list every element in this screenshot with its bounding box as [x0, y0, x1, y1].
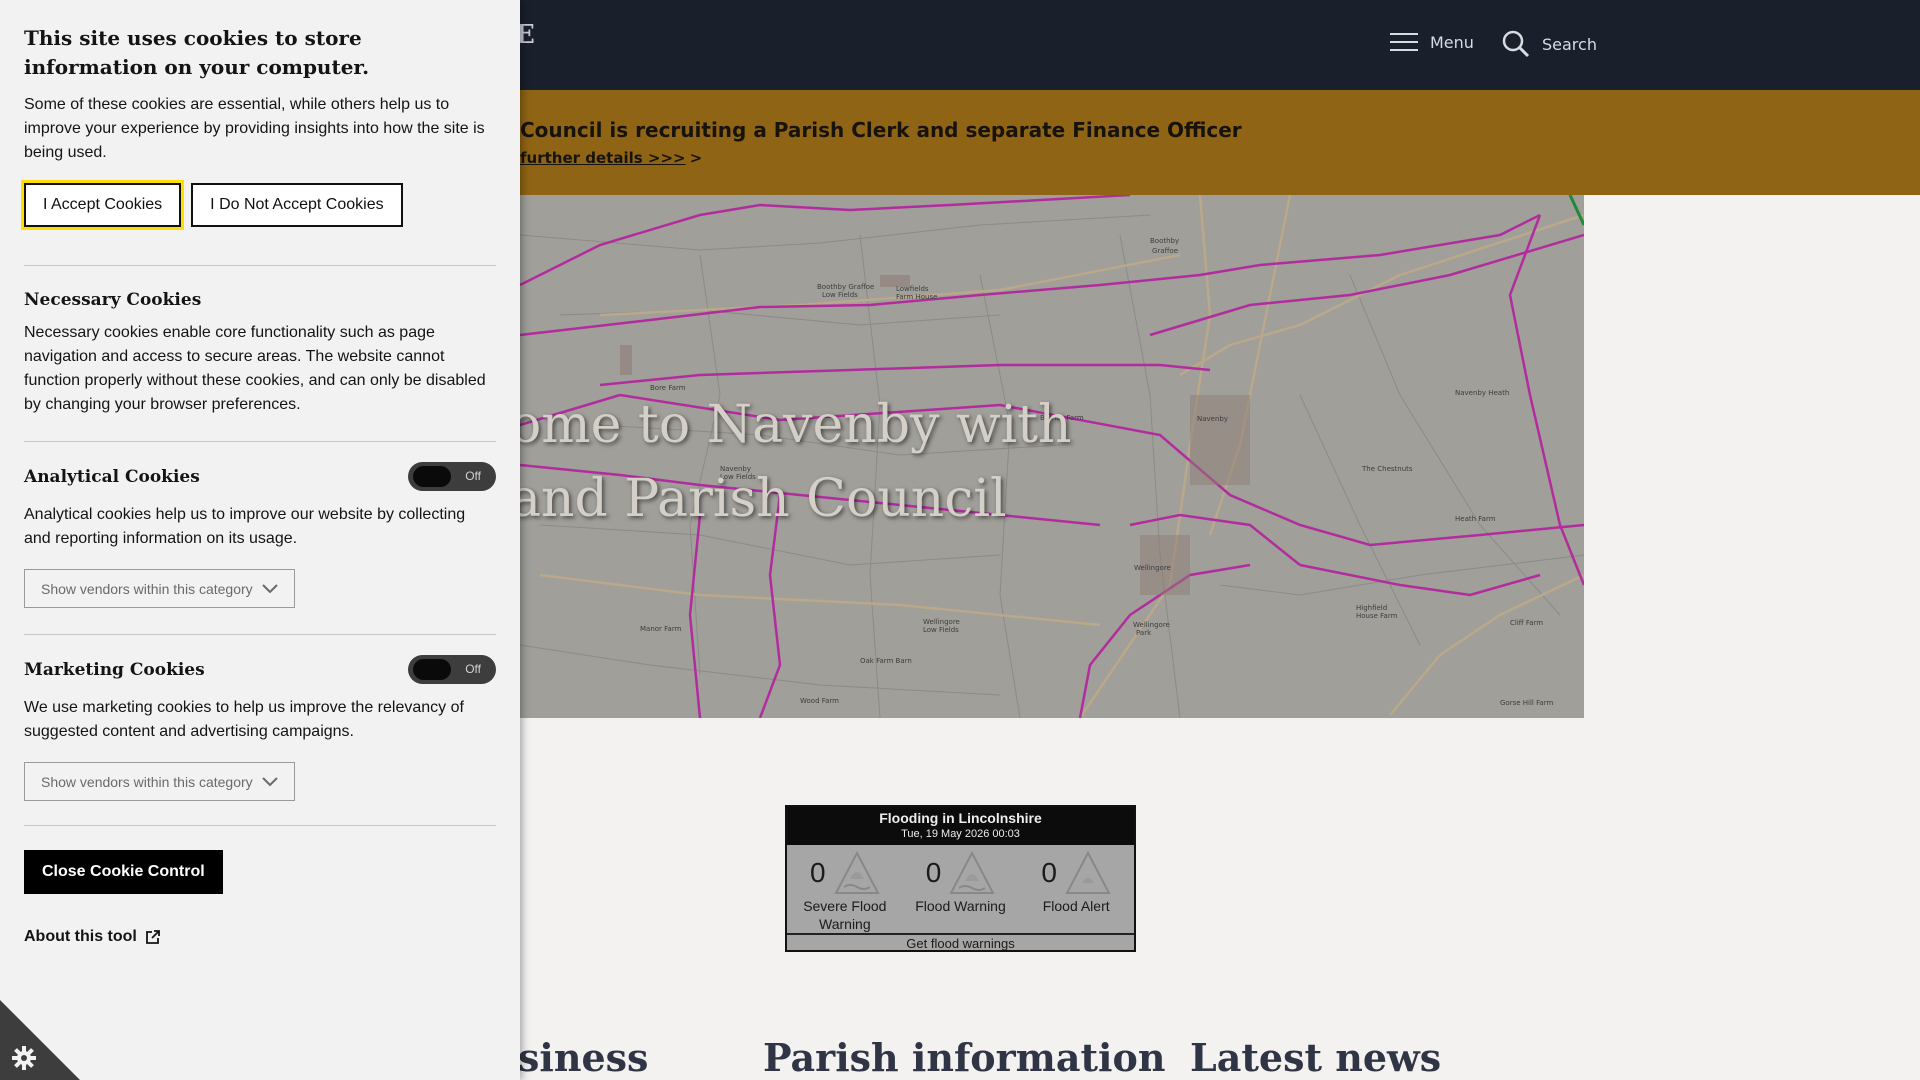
- svg-text:Wood Farm: Wood Farm: [800, 697, 839, 705]
- svg-text:House Farm: House Farm: [1356, 612, 1398, 620]
- necessary-cookies-text: Necessary cookies enable core functional…: [24, 324, 486, 413]
- flood-widget-date: Tue, 19 May 2026 00:03: [901, 828, 1020, 840]
- svg-text:The Chestnuts: The Chestnuts: [1361, 465, 1413, 473]
- marketing-cookies-text: We use marketing cookies to help us impr…: [24, 699, 464, 740]
- hero-title-line2: and Parish Council: [510, 469, 1007, 529]
- flood-count-severe: 0: [810, 857, 826, 888]
- latest-news-heading[interactable]: Latest news: [1190, 1035, 1441, 1080]
- about-this-tool-link[interactable]: About this tool: [24, 928, 496, 946]
- necessary-cookies-heading: Necessary Cookies: [24, 290, 202, 310]
- menu-label: Menu: [1430, 32, 1474, 52]
- svg-text:Low Fields: Low Fields: [822, 291, 858, 299]
- toggle-knob: [413, 466, 451, 487]
- marketing-cookies-heading: Marketing Cookies: [24, 659, 205, 680]
- svg-text:Park: Park: [1136, 629, 1152, 637]
- svg-text:Boothby Graffoe: Boothby Graffoe: [817, 283, 874, 291]
- hero-title-line1: ome to Navenby with: [510, 395, 1072, 455]
- banner-link-suffix: >: [689, 149, 703, 167]
- chevron-down-icon: [262, 776, 278, 786]
- chevron-down-icon: [262, 583, 278, 593]
- svg-text:Navenby Heath: Navenby Heath: [1455, 389, 1509, 397]
- svg-text:Lowfields: Lowfields: [896, 285, 929, 293]
- svg-text:Cliff Farm: Cliff Farm: [1510, 619, 1543, 627]
- analytical-vendors-label: Show vendors within this category: [41, 580, 253, 597]
- about-this-tool-label: About this tool: [24, 928, 137, 945]
- cookie-consent-buttons: I Accept Cookies I Do Not Accept Cookies: [20, 180, 496, 230]
- accept-cookies-button[interactable]: I Accept Cookies: [20, 180, 185, 230]
- svg-text:Highfield: Highfield: [1356, 604, 1387, 612]
- svg-text:Manor Farm: Manor Farm: [640, 625, 682, 633]
- flood-item-severe: 0 Severe Flood Warning: [787, 845, 903, 933]
- svg-text:Wellingore: Wellingore: [923, 618, 960, 626]
- parish-information-heading[interactable]: Parish information: [763, 1035, 1165, 1080]
- flood-label-severe: Severe Flood Warning: [803, 898, 887, 932]
- analytical-cookies-heading: Analytical Cookies: [24, 466, 200, 487]
- reject-cookies-button[interactable]: I Do Not Accept Cookies: [191, 183, 403, 227]
- cookie-intro-text: Some of these cookies are essential, whi…: [24, 96, 485, 161]
- analytical-cookies-toggle[interactable]: Off: [408, 462, 496, 491]
- cookie-settings-button[interactable]: [0, 1000, 80, 1080]
- gear-icon: [12, 1046, 36, 1070]
- marketing-cookies-toggle[interactable]: Off: [408, 655, 496, 684]
- flood-item-warning: 0 Flood Warning: [903, 845, 1019, 933]
- flood-count-warning: 0: [925, 857, 942, 888]
- necessary-cookies-section: Necessary Cookies Necessary cookies enab…: [24, 266, 496, 417]
- svg-text:Gorse Hill Farm: Gorse Hill Farm: [1500, 699, 1554, 707]
- flood-count-alert: 0: [1041, 857, 1057, 888]
- svg-text:Wellingore: Wellingore: [1133, 621, 1170, 629]
- analytical-toggle-state: Off: [465, 469, 481, 483]
- business-heading[interactable]: siness: [518, 1035, 648, 1080]
- flood-widget-header: Flooding in Lincolnshire Tue, 19 May 202…: [787, 807, 1134, 845]
- svg-text:Heath Farm: Heath Farm: [1455, 515, 1496, 523]
- flood-widget-title: Flooding in Lincolnshire: [879, 810, 1042, 826]
- flood-widget-body: 0 Severe Flood Warning 0 Flood Warning 0…: [787, 845, 1134, 933]
- flood-widget: Flooding in Lincolnshire Tue, 19 May 202…: [785, 805, 1136, 952]
- svg-text:Oak Farm Barn: Oak Farm Barn: [860, 657, 912, 665]
- svg-text:Boothby: Boothby: [1150, 237, 1179, 245]
- severe-flood-warning-icon: [833, 851, 880, 894]
- search-label: Search: [1542, 34, 1597, 54]
- marketing-toggle-state: Off: [465, 662, 481, 676]
- banner-link-text: further details >>>: [520, 149, 686, 167]
- cookie-panel-title: This site uses cookies to store informat…: [24, 26, 370, 79]
- flood-item-alert: 0 Flood Alert: [1018, 845, 1134, 933]
- analytical-cookies-text: Analytical cookies help us to improve ou…: [24, 506, 466, 547]
- svg-text:Farm House: Farm House: [896, 293, 937, 301]
- search-button[interactable]: Search: [1502, 30, 1597, 58]
- flood-label-alert: Flood Alert: [1042, 898, 1110, 914]
- marketing-vendors-label: Show vendors within this category: [41, 773, 253, 790]
- hamburger-icon: [1390, 33, 1418, 51]
- toggle-knob: [413, 659, 451, 680]
- flood-label-warning: Flood Warning: [915, 898, 1006, 914]
- flood-alert-icon: [1065, 851, 1111, 894]
- flood-warning-icon: [949, 851, 995, 894]
- get-flood-warnings-link[interactable]: Get flood warnings: [787, 933, 1134, 952]
- svg-text:Low Fields: Low Fields: [923, 626, 959, 634]
- svg-text:Navenby: Navenby: [1197, 415, 1228, 423]
- analytical-show-vendors-button[interactable]: Show vendors within this category: [24, 569, 295, 608]
- marketing-show-vendors-button[interactable]: Show vendors within this category: [24, 762, 295, 801]
- hero-title: ome to Navenby with and Parish Council: [510, 388, 1072, 536]
- banner-details-link[interactable]: further details >>> >: [520, 149, 702, 167]
- divider: [24, 825, 496, 826]
- menu-button[interactable]: Menu: [1390, 32, 1474, 52]
- search-icon: [1502, 30, 1530, 58]
- svg-text:Wellingore: Wellingore: [1134, 564, 1171, 572]
- cookie-control-panel: This site uses cookies to store informat…: [0, 0, 520, 1080]
- analytical-cookies-section: Analytical Cookies Off Analytical cookie…: [24, 442, 496, 608]
- banner-title: Council is recruiting a Parish Clerk and…: [520, 118, 1242, 142]
- external-link-icon: [145, 930, 160, 944]
- svg-text:Graffoe: Graffoe: [1152, 247, 1178, 255]
- close-cookie-control-button[interactable]: Close Cookie Control: [24, 850, 223, 894]
- marketing-cookies-section: Marketing Cookies Off We use marketing c…: [24, 635, 496, 801]
